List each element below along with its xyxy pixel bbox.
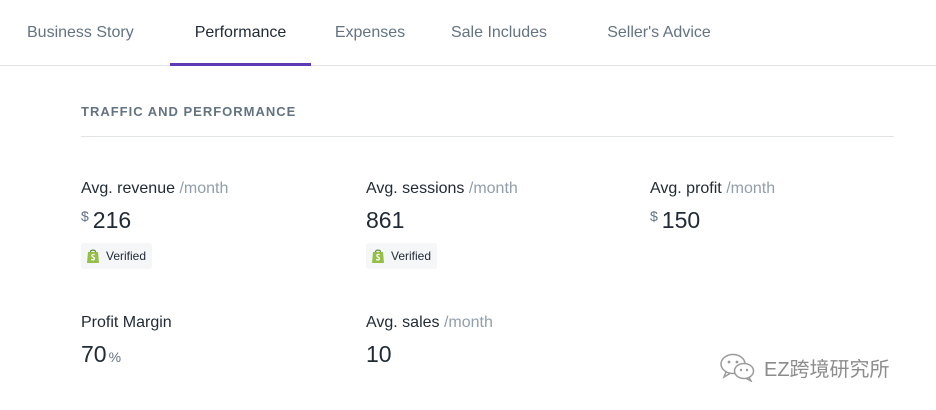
shopify-bag-icon [372,249,384,263]
shopify-bag-icon [87,249,99,263]
currency-symbol: $ [81,208,89,224]
tab-business-story[interactable]: Business Story [0,0,170,65]
metric-unit: /month [443,314,493,331]
wechat-icon [720,353,755,382]
currency-symbol: $ [650,208,658,224]
watermark: EZ跨境研究所 [718,352,890,382]
metric-unit: /month [726,180,776,197]
metric-unit: /month [468,180,518,197]
metric-avg-sessions: Avg. sessions /month 861 Verified [366,180,518,269]
metric-label: Avg. profit /month [650,180,776,197]
metric-label: Avg. sales /month [366,314,493,331]
metric-avg-revenue: Avg. revenue /month $216 Verified [81,180,228,269]
metric-value: $216 [81,207,132,233]
metric-label: Profit Margin [81,314,172,331]
metric-value: 70% [81,341,122,367]
tab-sale-includes[interactable]: Sale Includes [429,0,569,65]
tab-bar: Business Story Performance Expenses Sale… [0,0,936,66]
metric-value: $150 [650,207,701,233]
verified-badge: Verified [81,243,153,269]
section-title: TRAFFIC AND PERFORMANCE [81,104,297,119]
metric-label: Avg. revenue /month [81,180,229,197]
section-divider [81,136,894,137]
metric-avg-sales: Avg. sales /month 10 [366,314,493,368]
percent-suffix: % [108,349,122,365]
tab-expenses[interactable]: Expenses [311,0,429,65]
metric-unit: /month [179,180,229,197]
metric-avg-profit: Avg. profit /month $150 [650,180,775,234]
metric-profit-margin: Profit Margin 70% [81,314,172,371]
metric-value: 861 [366,207,405,233]
verified-badge: Verified [366,243,438,269]
tab-sellers-advice[interactable]: Seller's Advice [569,0,749,65]
tab-performance[interactable]: Performance [170,0,311,66]
metric-label: Avg. sessions /month [366,180,518,197]
metric-value: 10 [366,341,392,367]
watermark-text: EZ跨境研究所 [764,358,890,381]
listing-page: Business Story Performance Expenses Sale… [0,0,936,410]
